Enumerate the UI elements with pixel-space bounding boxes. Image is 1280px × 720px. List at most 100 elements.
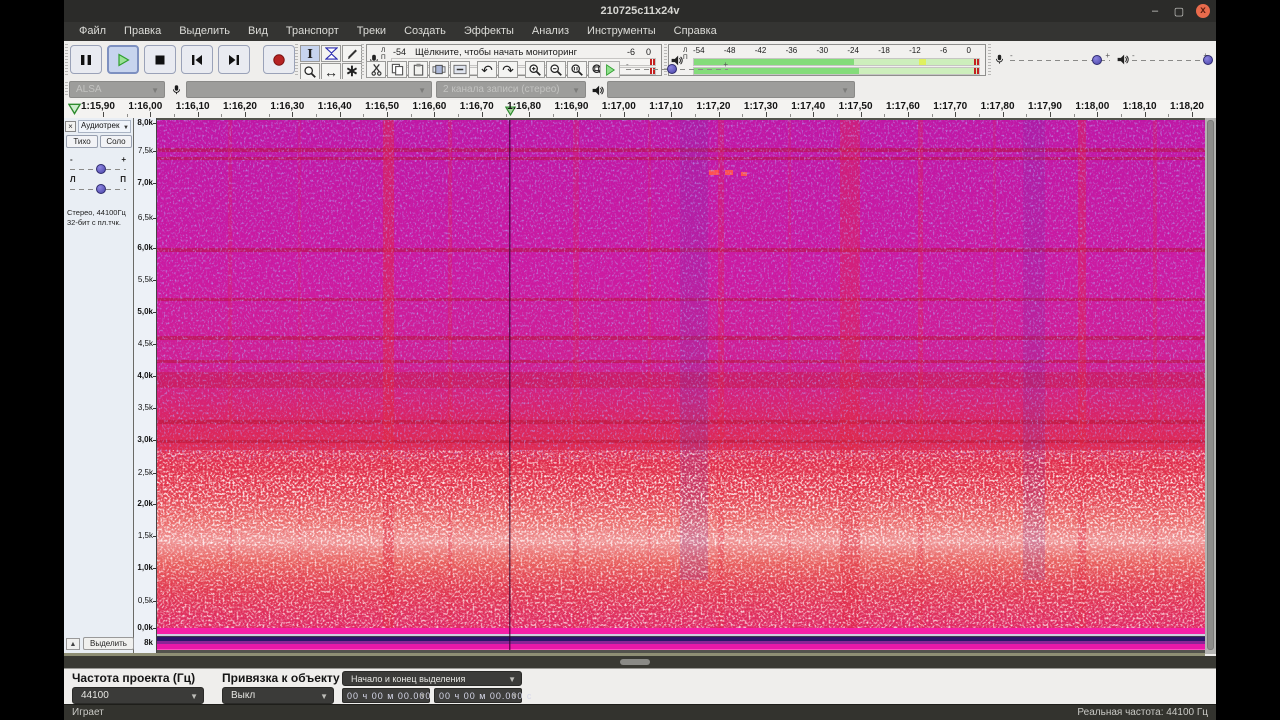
freq-tick <box>153 183 156 184</box>
freq-tick <box>153 218 156 219</box>
meter-scale-label: -6 <box>940 46 948 55</box>
freq-tick <box>153 440 156 441</box>
ruler-minor-tick <box>552 114 554 117</box>
vertical-scrollbar[interactable] <box>1205 118 1216 654</box>
zoom-tool-button[interactable] <box>300 63 320 80</box>
draw-tool-button[interactable] <box>342 45 362 62</box>
window-close-button[interactable]: x <box>1196 4 1210 18</box>
ruler-label: 1:18,00 <box>1075 101 1110 112</box>
horizontal-scrollbar[interactable] <box>64 656 1216 668</box>
ruler-tick <box>434 112 436 117</box>
zoom-in-button[interactable] <box>525 61 545 78</box>
track-close-button[interactable]: × <box>65 121 76 132</box>
window-minimize-button[interactable]: – <box>1148 5 1162 17</box>
freq-tick <box>153 123 156 124</box>
undo-button[interactable]: ↶ <box>477 61 497 78</box>
play-button[interactable] <box>107 45 139 74</box>
playback-speed-slider[interactable]: - + <box>626 60 728 76</box>
ruler-minor-tick <box>694 114 696 117</box>
track-menu-button[interactable]: Аудиотрек ▼ <box>78 120 131 133</box>
meter-scale-label: -54 <box>693 46 705 55</box>
selection-tool-button[interactable]: I <box>300 45 320 62</box>
play-at-speed-button[interactable] <box>600 61 620 78</box>
freq-label: 7,5k <box>137 146 153 155</box>
copy-button[interactable] <box>387 61 407 78</box>
project-rate-select[interactable]: 44100 ▼ <box>72 687 204 704</box>
recording-volume-slider[interactable]: - + <box>1010 51 1110 67</box>
recording-device-select[interactable]: ▼ <box>186 81 432 98</box>
ruler-label: 1:16,00 <box>128 101 163 112</box>
mute-button[interactable]: Тихо <box>66 135 98 148</box>
menu-вид[interactable]: Вид <box>239 22 277 41</box>
recording-volume-mic-icon <box>995 54 1004 64</box>
ruler-tick <box>387 112 389 117</box>
trim-button[interactable] <box>429 61 449 78</box>
meter-scale-label: -18 <box>878 46 890 55</box>
menu-анализ[interactable]: Анализ <box>523 22 578 41</box>
menu-правка[interactable]: Правка <box>115 22 170 41</box>
skip-start-button[interactable] <box>181 45 213 74</box>
rec-meter-m6: -6 <box>626 47 635 57</box>
ruler-minor-tick <box>647 114 649 117</box>
recording-channels-select[interactable]: 2 канала записи (стерео) ▼ <box>436 81 586 98</box>
ruler-label: 1:17,80 <box>980 101 1015 112</box>
menu-эффекты[interactable]: Эффекты <box>455 22 523 41</box>
playback-meter-scale: -54 -48 -42 -36 -30 -24 -18 -12 -6 0 <box>693 46 971 56</box>
freq-label: 4,0k <box>137 371 153 380</box>
skip-end-button[interactable] <box>218 45 250 74</box>
freq-tick <box>153 504 156 505</box>
freq-tick <box>153 312 156 313</box>
zoom-out-button[interactable] <box>546 61 566 78</box>
selection-mode-select[interactable]: Начало и конец выделения ▼ <box>342 671 522 686</box>
redo-button[interactable]: ↷ <box>498 61 518 78</box>
ruler-tick <box>671 112 673 117</box>
snap-to-select[interactable]: Выкл ▼ <box>222 687 334 704</box>
selection-toolbar: Частота проекта (Гц) 44100 ▼ Привязка к о… <box>64 668 1216 705</box>
pause-button[interactable] <box>70 45 102 74</box>
record-button[interactable] <box>263 45 295 74</box>
ruler-label: 1:16,70 <box>459 101 494 112</box>
collapse-track-button[interactable]: ▲ <box>66 637 80 650</box>
zoom-selection-button[interactable] <box>567 61 587 78</box>
ruler-label: 1:17,50 <box>838 101 873 112</box>
solo-button[interactable]: Соло <box>100 135 132 148</box>
ruler-minor-tick <box>789 114 791 117</box>
playback-device-speaker-icon <box>592 85 604 96</box>
stop-button[interactable] <box>144 45 176 74</box>
menu-выделить[interactable]: Выделить <box>170 22 239 41</box>
audio-host-select[interactable]: ALSA ▼ <box>69 81 165 98</box>
rec-meter-message: Щёлкните, чтобы начать мониторинг <box>415 47 578 58</box>
freq-label: 5,5k <box>137 275 153 284</box>
freq-label: 1,5k <box>137 531 153 540</box>
menu-файл[interactable]: Файл <box>70 22 115 41</box>
playback-device-select[interactable]: ▼ <box>607 81 855 98</box>
menu-справка[interactable]: Справка <box>665 22 726 41</box>
playback-volume-slider[interactable]: -+ <box>1132 51 1214 67</box>
menu-треки[interactable]: Треки <box>348 22 395 41</box>
window-maximize-button[interactable]: ▢ <box>1172 5 1186 18</box>
timeline-ruler[interactable]: 1:15,90 1:16,00 1:16,10 1:16,20 1:16,30 1:16,… <box>64 100 1216 119</box>
ruler-tick <box>623 112 625 117</box>
meter-scale-label: 0 <box>966 46 971 55</box>
ruler-label: 1:16,60 <box>412 101 447 112</box>
ruler-tick <box>1097 112 1099 117</box>
horizontal-scrollbar-thumb[interactable] <box>620 659 650 665</box>
ruler-label: 1:16,10 <box>175 101 210 112</box>
selection-end-field[interactable]: 00 ч 00 м 00.000 с ▼ <box>434 688 531 703</box>
ruler-label: 1:17,60 <box>885 101 920 112</box>
paste-button[interactable] <box>408 61 428 78</box>
spectrogram-view[interactable] <box>157 120 1205 650</box>
multi-tool-button[interactable]: ∗ <box>342 63 362 80</box>
menu-инструменты[interactable]: Инструменты <box>578 22 665 41</box>
freq-tick <box>153 376 156 377</box>
silence-button[interactable] <box>450 61 470 78</box>
track-select-button[interactable]: Выделить <box>83 637 134 650</box>
timeshift-tool-button[interactable]: ↔ <box>321 63 341 80</box>
selection-start-field[interactable]: 00 ч 00 м 00.000 с ▼ <box>342 688 439 703</box>
menu-транспорт[interactable]: Транспорт <box>277 22 348 41</box>
ruler-minor-tick <box>1121 114 1123 117</box>
menu-создать[interactable]: Создать <box>395 22 455 41</box>
cut-button[interactable] <box>366 61 386 78</box>
envelope-tool-button[interactable] <box>321 45 341 62</box>
pin-playhead-button[interactable] <box>68 103 81 115</box>
